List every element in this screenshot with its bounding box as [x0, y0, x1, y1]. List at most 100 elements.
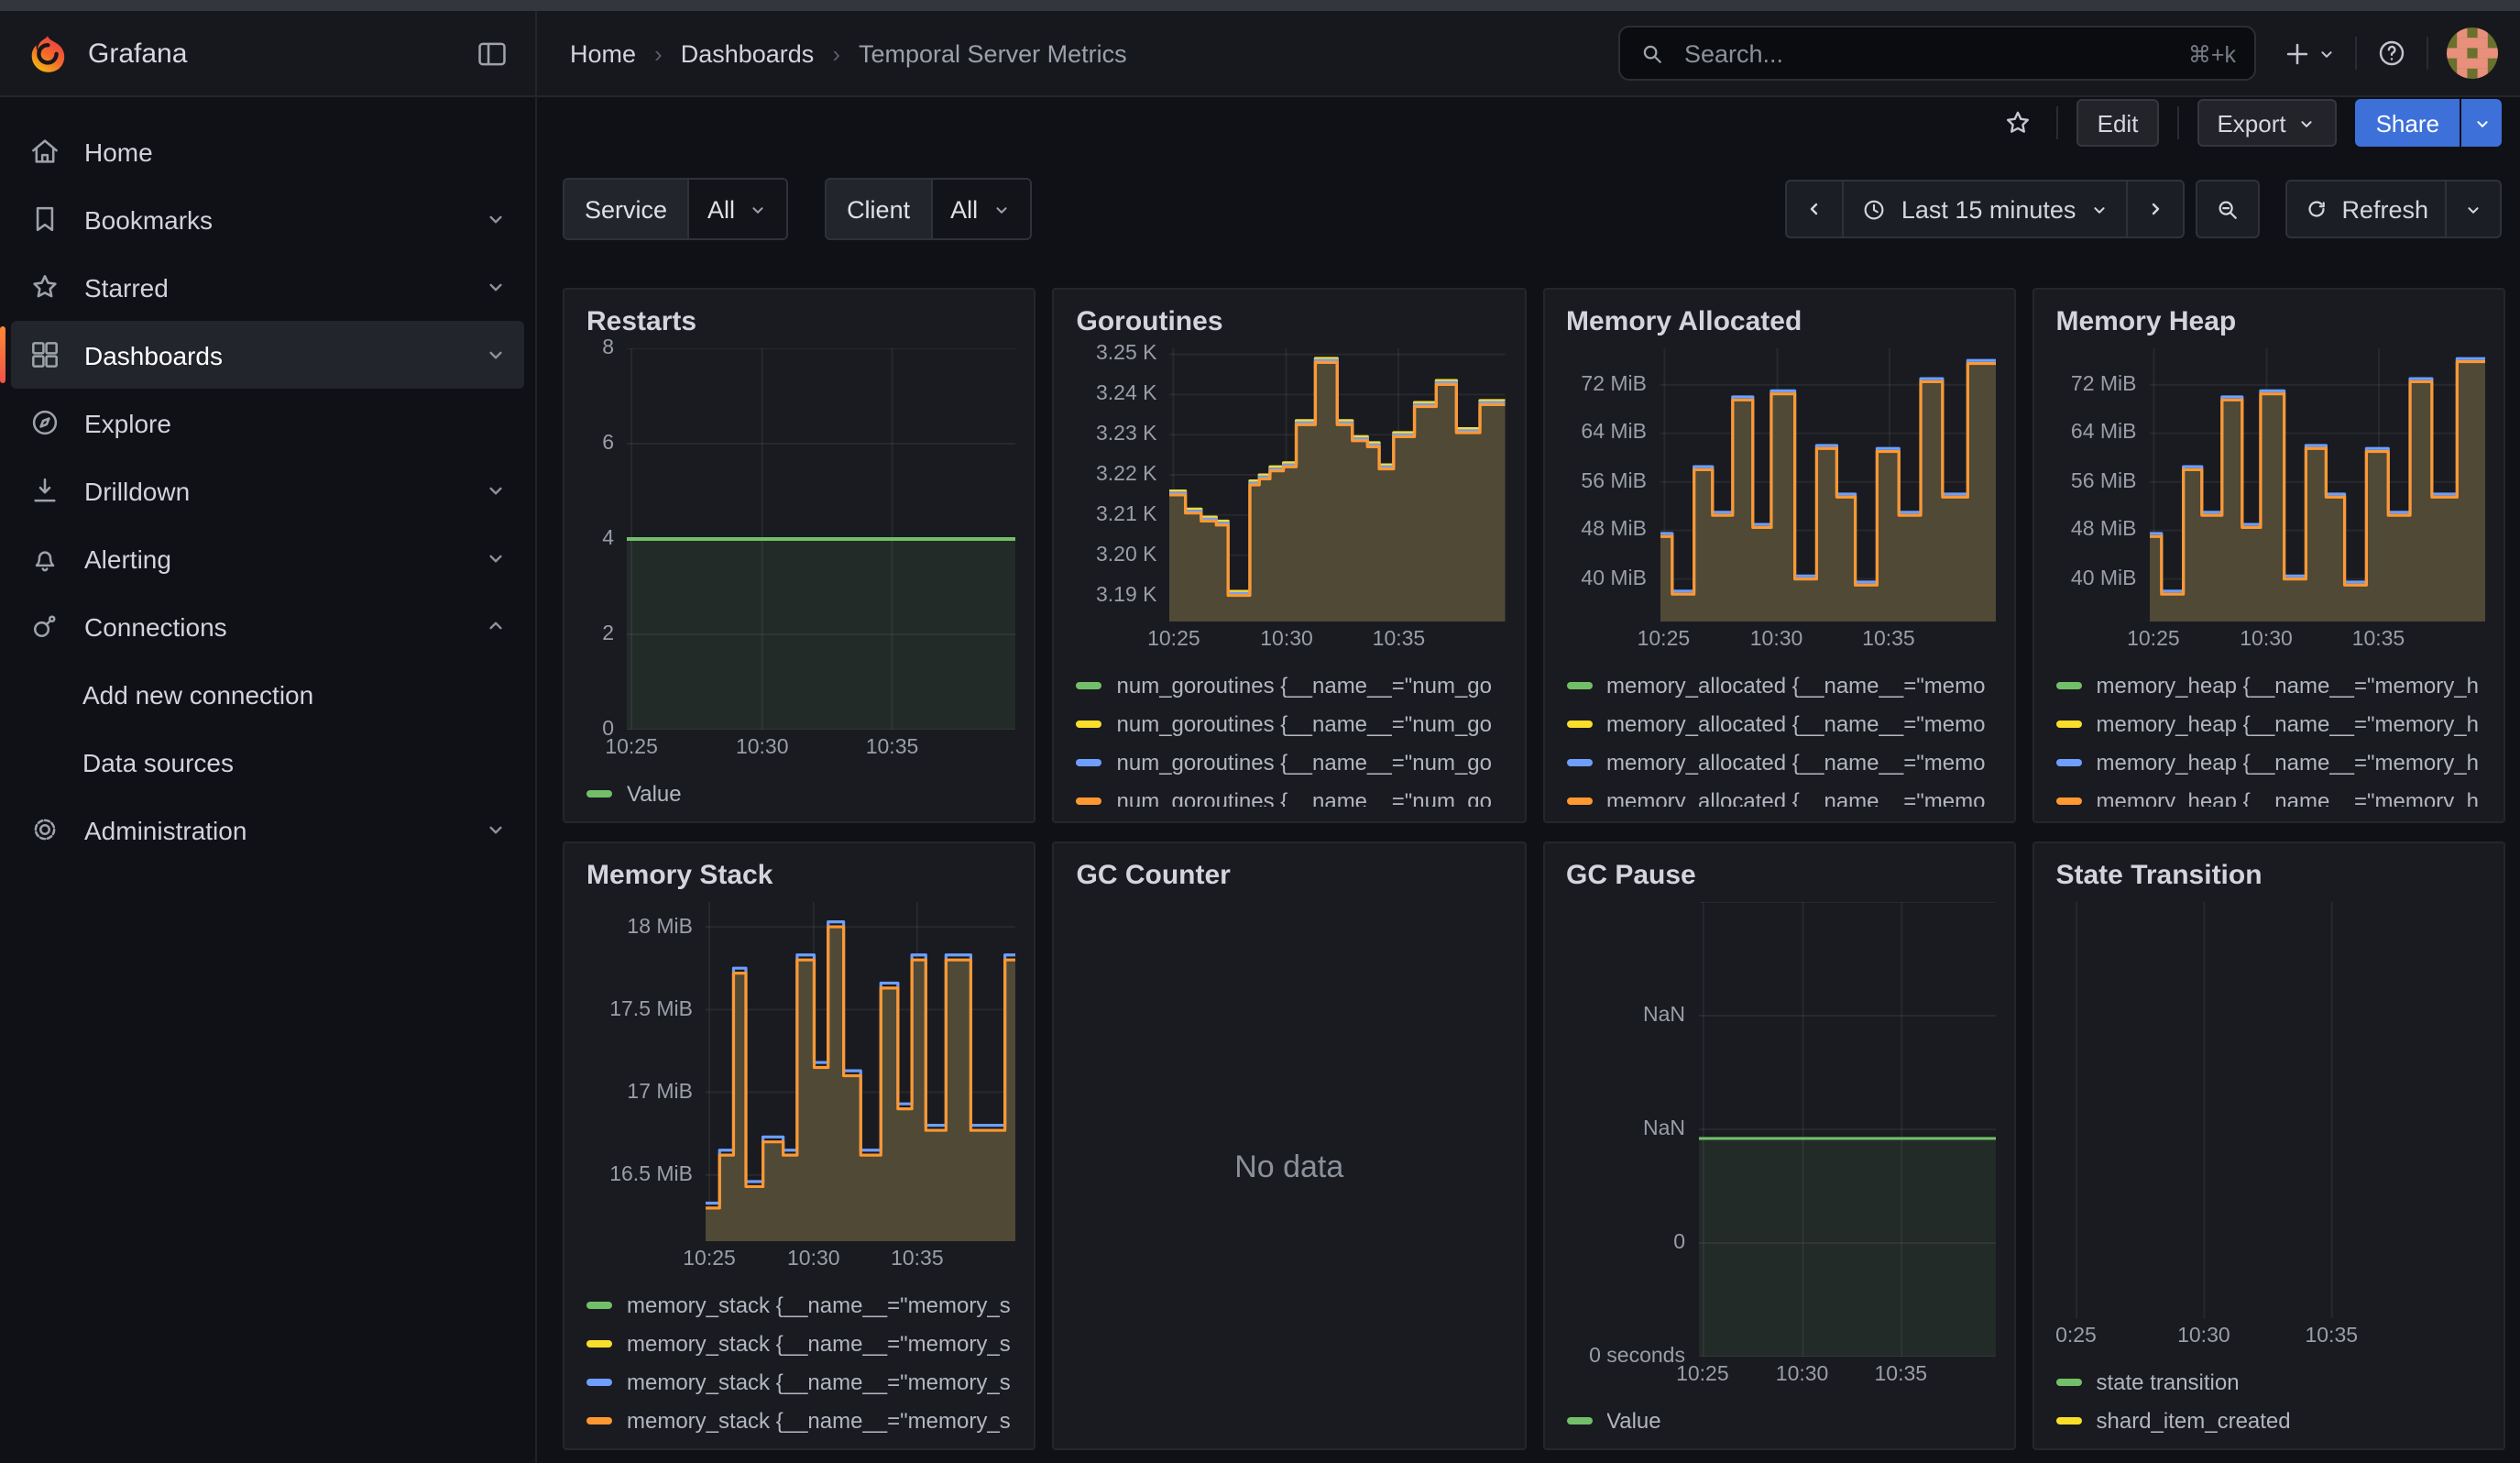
breadcrumb-home[interactable]: Home	[570, 39, 636, 67]
chevron-down-icon	[484, 275, 508, 299]
favorite-star-button[interactable]	[1999, 106, 2039, 139]
sidebar-item-starred[interactable]: Starred	[11, 253, 524, 321]
breadcrumb-separator-icon: ›	[832, 39, 840, 67]
legend-item[interactable]: shard_item_created	[2056, 1406, 2486, 1434]
legend-label: num_goroutines {__name__="num_go	[1117, 672, 1493, 698]
legend-item[interactable]: memory_heap {__name__="memory_h	[2056, 671, 2486, 698]
legend-item[interactable]: memory_stack {__name__="memory_s	[586, 1329, 1016, 1357]
avatar[interactable]	[2447, 28, 2498, 79]
panel-title[interactable]: Memory Heap	[2056, 306, 2486, 337]
zoom-out-icon	[2213, 195, 2241, 223]
legend-label: memory_allocated {__name__="memo	[1606, 710, 1985, 736]
share-dropdown-button[interactable]	[2461, 99, 2502, 147]
legend-item[interactable]: Value	[1566, 1406, 1996, 1434]
panel-title[interactable]: Restarts	[586, 306, 1016, 337]
client-filter-value[interactable]: All	[932, 180, 1029, 238]
add-new-button[interactable]	[2282, 38, 2337, 69]
legend-item[interactable]: num_goroutines {__name__="num_go	[1077, 786, 1507, 807]
time-back-button[interactable]	[1786, 180, 1845, 238]
sidebar-item-administration[interactable]: Administration	[11, 796, 524, 864]
chevron-down-icon	[2088, 199, 2109, 219]
legend: state transition shard_item_created	[2056, 1357, 2486, 1434]
legend-swatch	[1566, 758, 1592, 765]
chart-restarts[interactable]: 8642010:2510:3010:35Value	[583, 348, 1016, 807]
export-button[interactable]: Export	[2197, 99, 2337, 147]
search-box[interactable]: ⌘+k	[1618, 26, 2256, 81]
sidebar-item-drilldown[interactable]: Drilldown	[11, 456, 524, 524]
search-input[interactable]	[1681, 38, 2174, 69]
panel-title[interactable]: Goroutines	[1077, 306, 1507, 337]
grafana-app: Grafana Home › Dashboards › Temporal Ser…	[0, 0, 2520, 1463]
chart-memory-heap[interactable]: 72 MiB64 MiB56 MiB48 MiB40 MiB10:2510:30…	[2053, 348, 2486, 807]
edit-button[interactable]: Edit	[2077, 99, 2159, 147]
sidebar-item-connections[interactable]: Connections	[11, 592, 524, 660]
time-forward-button[interactable]	[2125, 180, 2184, 238]
legend-swatch	[2056, 797, 2082, 804]
panel-title[interactable]: Memory Allocated	[1566, 306, 1996, 337]
plot-area[interactable]	[2150, 348, 2486, 622]
y-axis-labels: NaNNaN00 seconds	[1562, 902, 1698, 1357]
legend-item[interactable]: memory_allocated {__name__="memo	[1566, 748, 1996, 776]
time-range-picker[interactable]: Last 15 minutes	[1843, 180, 2128, 238]
chevron-down-icon	[484, 818, 508, 842]
legend-label: Value	[1606, 1407, 1661, 1433]
sidebar-item-label: Dashboards	[84, 340, 223, 369]
panel-title[interactable]: State Transition	[2056, 860, 2486, 891]
legend-item[interactable]: memory_allocated {__name__="memo	[1566, 671, 1996, 698]
x-axis-labels: 10:2510:3010:35	[1170, 622, 1507, 654]
legend-item[interactable]: memory_heap {__name__="memory_h	[2056, 748, 2486, 776]
legend-item[interactable]: memory_heap {__name__="memory_h	[2056, 710, 2486, 737]
legend-item[interactable]: memory_heap {__name__="memory_h	[2056, 786, 2486, 807]
plot-area[interactable]	[706, 902, 1016, 1241]
sidebar-item-explore[interactable]: Explore	[11, 389, 524, 456]
plot-area[interactable]	[627, 348, 1016, 730]
panel-title[interactable]: Memory Stack	[586, 860, 1016, 891]
legend-item[interactable]: memory_allocated {__name__="memo	[1566, 710, 1996, 737]
refresh-button[interactable]: Refresh	[2284, 180, 2447, 238]
legend-item[interactable]: memory_stack {__name__="memory_s	[586, 1406, 1016, 1434]
breadcrumb-dashboards[interactable]: Dashboards	[681, 39, 815, 67]
legend-item[interactable]: memory_allocated {__name__="memo	[1566, 786, 1996, 807]
plot-area[interactable]	[1660, 348, 1996, 622]
legend-label: memory_stack {__name__="memory_s	[627, 1292, 1011, 1317]
refresh-interval-dropdown[interactable]	[2445, 180, 2502, 238]
legend-swatch	[586, 1301, 612, 1308]
x-axis-labels: 10:2510:3010:35	[1698, 1357, 1996, 1390]
chart-state-transition[interactable]: 0:2510:3010:35state transitionshard_item…	[2053, 902, 2486, 1434]
legend-item[interactable]: state transition	[2056, 1368, 2486, 1395]
legend-label: memory_heap {__name__="memory_h	[2097, 787, 2479, 807]
legend-swatch	[1077, 681, 1102, 688]
chevron-down-icon	[991, 199, 1011, 219]
sidebar-item-alerting[interactable]: Alerting	[11, 524, 524, 592]
plot-area[interactable]	[2053, 902, 2486, 1318]
plot-area[interactable]	[1170, 348, 1507, 622]
legend-item[interactable]: num_goroutines {__name__="num_go	[1077, 748, 1507, 776]
divider	[2176, 106, 2178, 139]
chart-gc-pause[interactable]: NaNNaN00 seconds10:2510:3010:35 Value	[1562, 902, 1996, 1434]
sidebar-item-home[interactable]: Home	[11, 117, 524, 185]
sidebar-item-dashboards[interactable]: Dashboards	[11, 321, 524, 389]
sidebar-toggle-icon[interactable]	[475, 36, 509, 71]
sidebar-item-add-new-connection[interactable]: Add new connection	[11, 660, 524, 728]
legend-item[interactable]: num_goroutines {__name__="num_go	[1077, 710, 1507, 737]
sidebar-item-data-sources[interactable]: Data sources	[11, 728, 524, 796]
legend-item[interactable]: memory_stack {__name__="memory_s	[586, 1291, 1016, 1318]
chart-memory-stack[interactable]: 18 MiB17.5 MiB17 MiB16.5 MiB10:2510:3010…	[583, 902, 1016, 1434]
chart-memory-allocated[interactable]: 72 MiB64 MiB56 MiB48 MiB40 MiB10:2510:30…	[1562, 348, 1996, 807]
sidebar-item-bookmarks[interactable]: Bookmarks	[11, 185, 524, 253]
y-axis-labels: 3.25 K3.24 K3.23 K3.22 K3.21 K3.20 K3.19…	[1073, 348, 1170, 622]
help-button[interactable]	[2375, 37, 2408, 70]
legend-item[interactable]: memory_stack {__name__="memory_s	[586, 1368, 1016, 1395]
legend-swatch	[1077, 797, 1102, 804]
service-filter-value[interactable]: All	[689, 180, 786, 238]
legend-swatch	[2056, 720, 2082, 727]
legend-item[interactable]: Value	[586, 779, 1016, 807]
plot-area[interactable]	[1698, 902, 1996, 1357]
panel-title[interactable]: GC Pause	[1566, 860, 1996, 891]
legend-item[interactable]: num_goroutines {__name__="num_go	[1077, 671, 1507, 698]
chart-goroutines[interactable]: 3.25 K3.24 K3.23 K3.22 K3.21 K3.20 K3.19…	[1073, 348, 1507, 807]
zoom-out-button[interactable]	[2195, 180, 2259, 238]
panel-title[interactable]: GC Counter	[1077, 860, 1507, 891]
legend-label: memory_stack {__name__="memory_s	[627, 1369, 1011, 1394]
share-button[interactable]: Share	[2356, 99, 2460, 147]
